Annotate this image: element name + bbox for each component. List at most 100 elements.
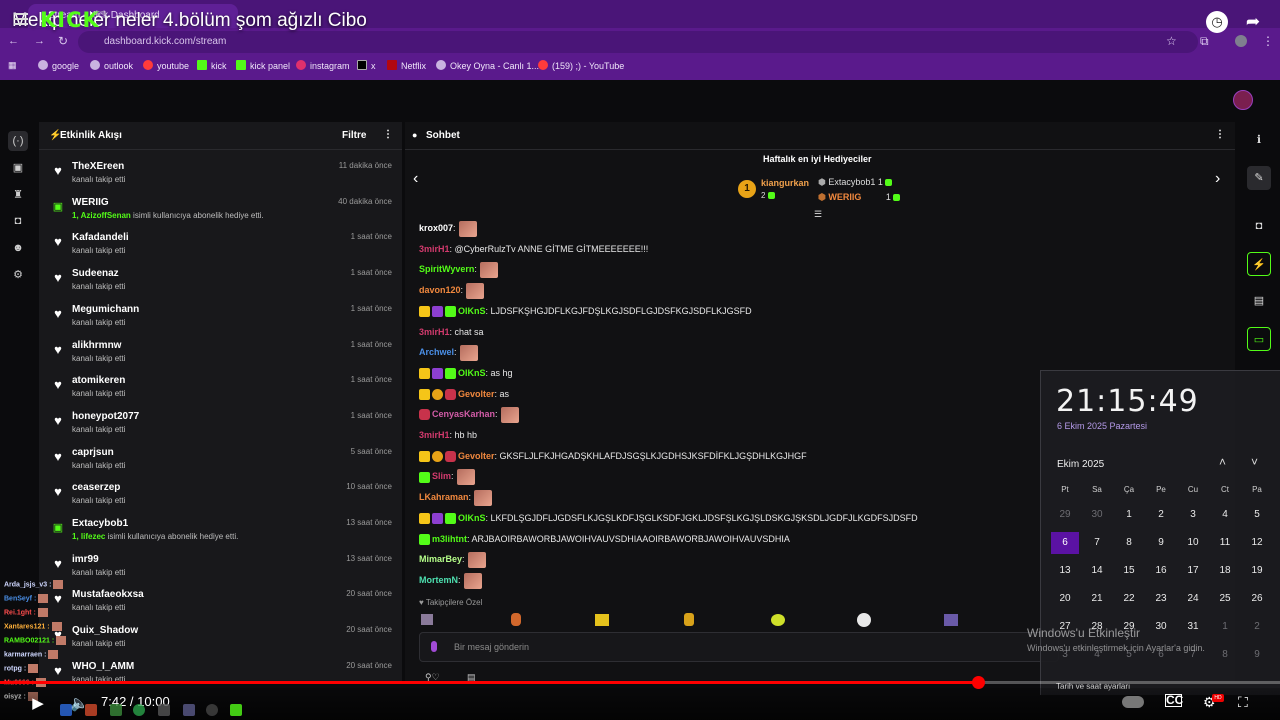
- taskbar-icon[interactable]: [85, 704, 97, 716]
- activity-item[interactable]: ♥ Megumichann kanalı takip etti 1 saat önce: [39, 301, 402, 337]
- chat-message[interactable]: MortemN:: [419, 571, 482, 589]
- calendar-day[interactable]: 18: [1211, 560, 1239, 582]
- chat-message[interactable]: SpiritWyvern:: [419, 260, 498, 279]
- calendar-day[interactable]: 31: [1179, 616, 1207, 638]
- chat-options-icon[interactable]: ⋮: [1215, 129, 1225, 140]
- extensions-icon[interactable]: ⧉: [1200, 34, 1209, 49]
- chat-username[interactable]: CenyasKarhan: [432, 409, 495, 419]
- activity-item[interactable]: ♥ atomikeren kanalı takip etti 1 saat önce: [39, 372, 402, 408]
- chat-message[interactable]: MimarBey:: [419, 550, 486, 568]
- chat-username[interactable]: MimarBey: [419, 554, 462, 564]
- expand-icon[interactable]: ☰: [814, 209, 822, 220]
- emote-icon[interactable]: [944, 614, 958, 626]
- calendar-day[interactable]: 8: [1115, 532, 1143, 554]
- chat-message[interactable]: 3mirH1: chat sa: [419, 323, 484, 341]
- calendar-day[interactable]: 30: [1083, 504, 1111, 526]
- calendar-day[interactable]: 29: [1051, 504, 1079, 526]
- calendar-day[interactable]: 2: [1147, 504, 1175, 526]
- chat-username[interactable]: Archwel: [419, 347, 454, 357]
- calendar-day[interactable]: 9: [1243, 644, 1271, 666]
- chat-message[interactable]: krox007:: [419, 219, 477, 237]
- bookmark-youtube[interactable]: youtube: [143, 60, 189, 71]
- calendar-day[interactable]: 1: [1115, 504, 1143, 526]
- taskbar-icon[interactable]: [206, 704, 218, 716]
- chat-username[interactable]: 3mirH1: [419, 327, 450, 337]
- filter-button[interactable]: Filtre: [342, 130, 366, 141]
- more-options-icon[interactable]: ⋮: [383, 129, 393, 140]
- address-bar[interactable]: dashboard.kick.com/stream: [78, 31, 1198, 53]
- chat-username[interactable]: LKahraman: [419, 492, 469, 502]
- bookmark-okey[interactable]: Okey Oyna - Canlı 1...: [436, 60, 539, 71]
- chat-message[interactable]: OlKnS: LKFDLŞGJDFLJGDSFLKJGŞLKDFJŞGLKSDF…: [419, 509, 918, 527]
- message-input[interactable]: Bir mesaj gönderin: [419, 632, 1059, 662]
- activity-item[interactable]: ♥ honeypot2077 kanalı takip etti 1 saat önc…: [39, 408, 402, 444]
- bookmark-netflix[interactable]: Netflix: [387, 60, 426, 71]
- calendar-day-today[interactable]: 6: [1051, 532, 1079, 554]
- chat-username[interactable]: Gevolter: [458, 451, 495, 461]
- calendar-day[interactable]: 22: [1115, 588, 1143, 610]
- chat-message[interactable]: Gevolter: as: [419, 385, 509, 403]
- taskbar-icon[interactable]: [110, 704, 122, 716]
- chat-username[interactable]: m3lihtnt: [432, 534, 467, 544]
- calendar-day[interactable]: 26: [1243, 588, 1271, 610]
- autoplay-toggle[interactable]: [1122, 696, 1144, 708]
- apps-icon[interactable]: ▦: [8, 60, 17, 71]
- play-icon[interactable]: ▶: [30, 694, 46, 712]
- gifter-row-3[interactable]: ⬢ WERIIG 1: [818, 192, 902, 203]
- calendar-day[interactable]: 20: [1051, 588, 1079, 610]
- profile-icon[interactable]: [1235, 35, 1247, 47]
- chat-message[interactable]: m3lihtnt: ARJBAOIRBAWORBJAWOIHVAUVSDHIAA…: [419, 530, 790, 548]
- calendar-day[interactable]: 8: [1211, 644, 1239, 666]
- chat-message[interactable]: 3mirH1: hb hb: [419, 426, 477, 444]
- camera-toggle-icon[interactable]: ◘: [1247, 214, 1271, 238]
- lightning-icon[interactable]: ⚡: [1247, 252, 1271, 276]
- chat-message[interactable]: Archwel:: [419, 343, 478, 361]
- share-icon[interactable]: ➦: [1242, 11, 1264, 33]
- chevron-up-icon[interactable]: ˄: [1219, 455, 1226, 469]
- calendar-day[interactable]: 19: [1243, 560, 1271, 582]
- calendar-day[interactable]: 17: [1179, 560, 1207, 582]
- progress-scrubber[interactable]: [971, 676, 985, 689]
- chat-message[interactable]: LKahraman:: [419, 488, 493, 506]
- chat-username[interactable]: SpiritWyvern: [419, 264, 474, 274]
- activity-item[interactable]: ♥ TheXEreen kanalı takip etti 11 dakika önc…: [39, 158, 402, 194]
- watch-later-icon[interactable]: ◷: [1206, 11, 1228, 33]
- taskbar-icon[interactable]: [183, 704, 195, 716]
- activity-item[interactable]: ♥ Quix_Shadow kanalı takip etti 20 saat önc…: [39, 622, 402, 658]
- emote-icon[interactable]: [771, 614, 785, 626]
- calendar-day[interactable]: 23: [1147, 588, 1175, 610]
- chat-username[interactable]: davon120: [419, 285, 461, 295]
- calendar-day[interactable]: 5: [1243, 504, 1271, 526]
- bookmark-kick[interactable]: kick: [197, 60, 227, 71]
- bookmark-outlook[interactable]: outlook: [90, 60, 133, 71]
- calendar-day[interactable]: 3: [1179, 504, 1207, 526]
- calendar-day[interactable]: 13: [1051, 560, 1079, 582]
- activity-item[interactable]: ♥ imr99 kanalı takip etti 13 saat önce: [39, 551, 402, 587]
- chat-message[interactable]: Slim:: [419, 467, 475, 486]
- chat-message[interactable]: OlKnS: as hg: [419, 364, 513, 382]
- chat-message[interactable]: 3mirH1: @CyberRulzTv ANNE GİTME GİTMEEEE…: [419, 240, 648, 258]
- chat-username[interactable]: 3mirH1: [419, 430, 450, 440]
- activity-item[interactable]: ♥ Mustafaeokxsa kanalı takip etti 20 saat ö…: [39, 586, 402, 622]
- chat-username[interactable]: OlKnS: [458, 368, 486, 378]
- taskbar-icon[interactable]: [158, 704, 170, 716]
- chat-username[interactable]: Slim: [432, 471, 451, 481]
- info-icon[interactable]: ℹ: [1247, 128, 1271, 152]
- calendar-day[interactable]: 12: [1243, 532, 1271, 554]
- activity-item[interactable]: ▣ WERIIG 1, AzizoffSenan isimli kullanıcıy…: [39, 194, 402, 230]
- back-icon[interactable]: ←: [8, 35, 19, 47]
- gifter-name[interactable]: kiangurkan: [761, 178, 809, 188]
- chat-username[interactable]: 3mirH1: [419, 244, 450, 254]
- taskbar-icon[interactable]: [230, 704, 242, 716]
- bookmark-youtube-2[interactable]: (159) ;) - YouTube: [538, 60, 624, 71]
- edit-icon[interactable]: ✎: [1247, 166, 1271, 190]
- activity-item[interactable]: ▣ Extacybob1 1, lifezec isimli kullanıcıya…: [39, 515, 402, 551]
- calendar-day[interactable]: 9: [1147, 532, 1175, 554]
- reload-icon[interactable]: ↻: [58, 34, 68, 48]
- trophy-icon[interactable]: ♜: [8, 185, 28, 205]
- chat-username[interactable]: MortemN: [419, 575, 458, 585]
- kick-logo[interactable]: KICK: [40, 8, 100, 32]
- fullscreen-icon[interactable]: ⛶: [1238, 694, 1248, 711]
- calendar-day[interactable]: 7: [1083, 532, 1111, 554]
- user-avatar[interactable]: [1233, 90, 1253, 110]
